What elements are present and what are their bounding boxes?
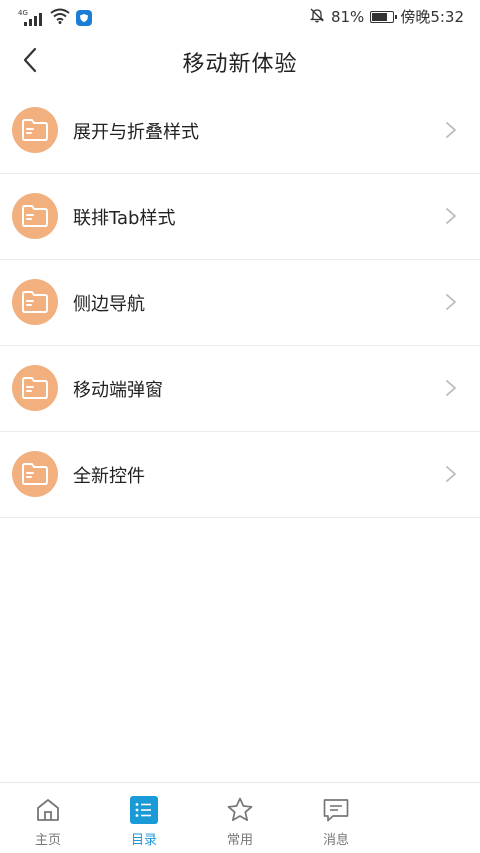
chevron-right-icon xyxy=(446,380,456,396)
chevron-right-icon xyxy=(446,208,456,224)
list-item[interactable]: 展开与折叠样式 xyxy=(0,88,480,174)
folder-icon xyxy=(12,107,58,153)
mute-bell-icon xyxy=(309,7,325,27)
chevron-right-icon xyxy=(446,122,456,138)
message-icon xyxy=(321,795,351,825)
home-icon xyxy=(33,795,63,825)
folder-icon xyxy=(12,279,58,325)
folder-icon xyxy=(12,365,58,411)
nav-favorites[interactable]: 常用 xyxy=(192,783,288,853)
list-icon xyxy=(129,795,159,825)
status-bar: 4G 81% 傍晚5:32 xyxy=(0,0,480,34)
folder-icon xyxy=(12,193,58,239)
header: 移动新体验 xyxy=(0,34,480,86)
chevron-right-icon xyxy=(446,294,456,310)
nav-label: 消息 xyxy=(322,833,349,848)
chevron-right-icon xyxy=(446,466,456,482)
nav-messages[interactable]: 消息 xyxy=(288,783,384,853)
menu-list: 展开与折叠样式 联排Tab样式 侧边导航 移动端弹窗 全新控件 xyxy=(0,88,480,518)
clock: 傍晚5:32 xyxy=(400,8,464,26)
list-item[interactable]: 侧边导航 xyxy=(0,260,480,346)
folder-icon xyxy=(12,451,58,497)
nav-home[interactable]: 主页 xyxy=(0,783,96,853)
status-left: 4G xyxy=(18,8,92,28)
battery-icon xyxy=(370,10,398,23)
page-title: 移动新体验 xyxy=(182,52,298,77)
nav-catalog[interactable]: 目录 xyxy=(96,783,192,853)
nav-label: 目录 xyxy=(130,833,157,848)
cellular-signal-icon: 4G xyxy=(18,9,44,26)
list-item-label: 移动端弹窗 xyxy=(73,380,163,401)
nav-label: 主页 xyxy=(34,833,61,848)
list-item[interactable]: 全新控件 xyxy=(0,432,480,518)
wifi-icon xyxy=(50,8,70,28)
list-item-label: 全新控件 xyxy=(73,466,145,487)
status-right: 81% 傍晚5:32 xyxy=(309,6,464,27)
list-item[interactable]: 移动端弹窗 xyxy=(0,346,480,432)
nav-label: 常用 xyxy=(226,833,253,848)
shield-icon xyxy=(76,10,92,26)
list-item-label: 联排Tab样式 xyxy=(73,208,176,229)
list-item-label: 展开与折叠样式 xyxy=(73,122,199,143)
battery-percent: 81% xyxy=(330,7,365,26)
bottom-nav: 主页 目录 常用 消息 xyxy=(0,782,480,853)
list-item-label: 侧边导航 xyxy=(73,294,145,315)
star-icon xyxy=(225,795,255,825)
list-item[interactable]: 联排Tab样式 xyxy=(0,174,480,260)
